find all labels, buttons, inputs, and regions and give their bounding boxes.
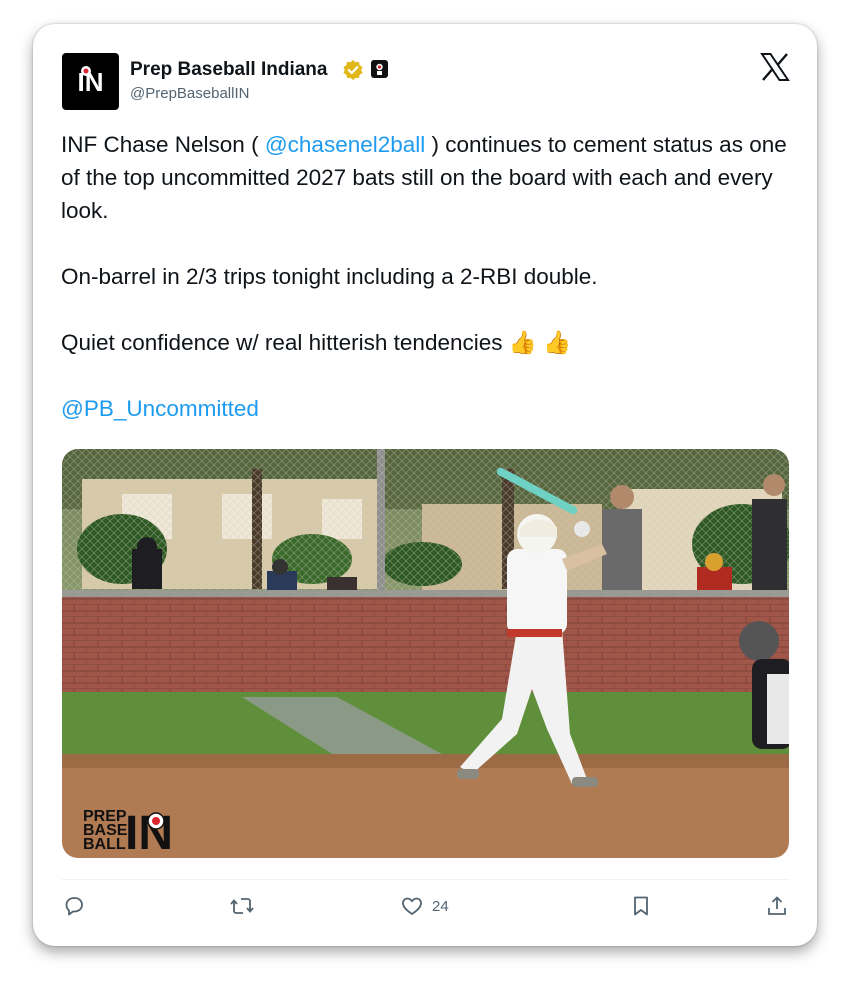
affiliate-badge-icon: [371, 60, 388, 78]
reply-icon: [65, 897, 83, 916]
mention-link[interactable]: @chasenel2ball: [265, 132, 425, 157]
mention-link[interactable]: @PB_Uncommitted: [61, 396, 259, 421]
share-icon: [768, 896, 786, 915]
retweet-icon: [230, 898, 254, 914]
tweet-paragraph-3: Quiet confidence w/ real hitterish tende…: [61, 330, 572, 355]
verified-badge-icon: [343, 60, 363, 80]
tweet-paragraph-2: On-barrel in 2/3 trips tonight including…: [61, 264, 598, 289]
prep-baseball-in-watermark: PREP BASE BALL IN: [83, 807, 173, 858]
user-handle[interactable]: @PrepBaseballIN: [130, 85, 249, 102]
like-icon: [402, 897, 422, 915]
reply-button[interactable]: [62, 894, 86, 918]
x-logo-icon[interactable]: [760, 53, 790, 81]
tweet-card: IN Prep Baseball Indiana @PrepBaseballIN…: [33, 24, 817, 946]
tweet-text: INF Chase Nelson ( @chasenel2ball ) cont…: [61, 128, 796, 425]
actions-divider: [62, 879, 789, 880]
share-button[interactable]: [765, 894, 789, 918]
tweet-media-photo[interactable]: PREP BASE BALL IN: [62, 449, 789, 858]
like-button[interactable]: 24: [400, 894, 449, 918]
watermark-line: BALL: [83, 836, 126, 853]
text-run: INF Chase Nelson (: [61, 132, 265, 157]
display-name[interactable]: Prep Baseball Indiana: [130, 59, 327, 81]
watermark-in: IN: [125, 807, 173, 858]
retweet-button[interactable]: [229, 894, 255, 918]
tweet-actions: 24: [62, 894, 789, 924]
bookmark-icon: [634, 896, 648, 916]
tweet-paragraph-1: INF Chase Nelson ( @chasenel2ball ) cont…: [61, 128, 796, 227]
avatar[interactable]: IN: [62, 53, 119, 110]
like-count: 24: [432, 897, 449, 915]
bookmark-button[interactable]: [629, 894, 653, 918]
